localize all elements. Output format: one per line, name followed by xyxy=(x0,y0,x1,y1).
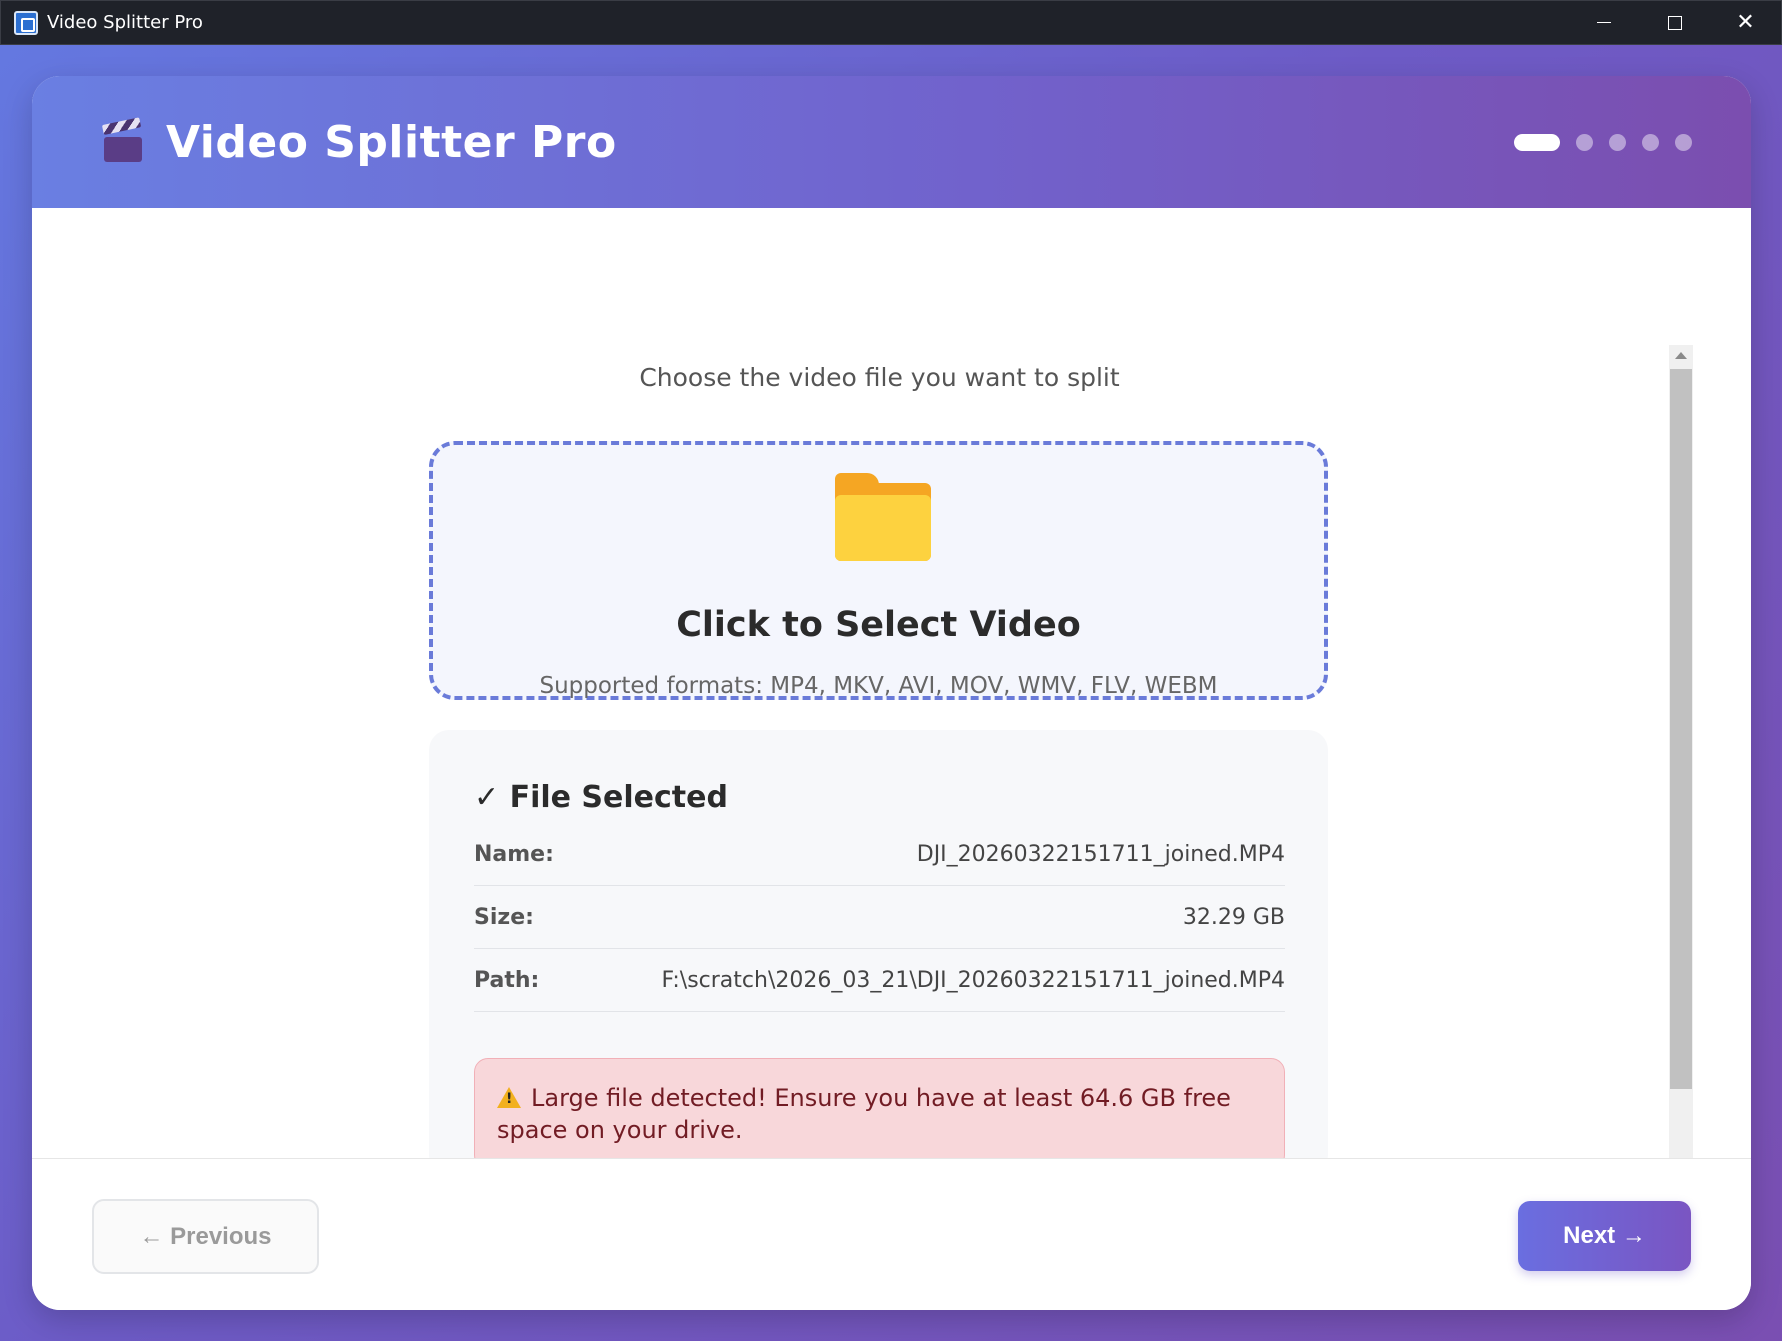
minimize-icon xyxy=(1596,22,1611,23)
wizard-card: Video Splitter Pro Choose the video file… xyxy=(32,76,1751,1310)
large-file-warning: Large file detected! Ensure you have at … xyxy=(474,1058,1285,1169)
file-info-panel: ✓ File Selected Name: DJI_20260322151711… xyxy=(429,730,1328,1175)
scroll-up-icon[interactable] xyxy=(1675,352,1687,359)
file-path-row: Path: F:\scratch\2026_03_21\DJI_20260322… xyxy=(474,949,1285,1012)
file-name-value: DJI_20260322151711_joined.MP4 xyxy=(916,841,1285,867)
page-subtitle: Choose the video file you want to split xyxy=(639,363,1120,392)
step-dot-2 xyxy=(1576,134,1593,151)
previous-button[interactable]: ← Previous xyxy=(92,1199,319,1274)
app-header: Video Splitter Pro xyxy=(32,76,1751,208)
select-video-dropzone[interactable]: Click to Select Video Supported formats:… xyxy=(429,441,1328,700)
file-name-row: Name: DJI_20260322151711_joined.MP4 xyxy=(474,823,1285,886)
step-dot-3 xyxy=(1609,134,1626,151)
next-button[interactable]: Next → xyxy=(1518,1201,1691,1271)
content-area: Choose the video file you want to split … xyxy=(32,208,1751,1175)
file-path-value: F:\scratch\2026_03_21\DJI_20260322151711… xyxy=(661,967,1285,993)
file-size-row: Size: 32.29 GB xyxy=(474,886,1285,949)
app-icon xyxy=(14,10,38,35)
warning-icon xyxy=(497,1087,521,1108)
app-title: Video Splitter Pro xyxy=(166,116,617,168)
dropzone-title: Click to Select Video xyxy=(676,605,1081,645)
file-path-label: Path: xyxy=(474,967,540,993)
file-size-value: 32.29 GB xyxy=(1182,904,1285,930)
file-selected-title: ✓ File Selected xyxy=(474,780,728,815)
close-icon: ✕ xyxy=(1736,10,1755,35)
window-titlebar: Video Splitter Pro ✕ xyxy=(0,0,1782,45)
file-size-label: Size: xyxy=(474,904,534,930)
content-scrollbar[interactable] xyxy=(1669,345,1693,1175)
window-controls: ✕ xyxy=(1568,1,1781,44)
close-button[interactable]: ✕ xyxy=(1710,1,1781,44)
step-dot-1-active xyxy=(1514,134,1560,151)
clapperboard-icon xyxy=(101,117,144,163)
folder-icon xyxy=(835,473,931,561)
supported-formats: Supported formats: MP4, MKV, AVI, MOV, W… xyxy=(539,673,1218,699)
maximize-button[interactable] xyxy=(1639,1,1710,44)
step-dot-4 xyxy=(1642,134,1659,151)
wizard-footer: ← Previous Next → xyxy=(32,1158,1751,1310)
step-indicator xyxy=(1514,134,1692,151)
scrollbar-thumb[interactable] xyxy=(1670,369,1692,1089)
minimize-button[interactable] xyxy=(1568,1,1639,44)
maximize-icon xyxy=(1667,15,1682,30)
step-dot-5 xyxy=(1675,134,1692,151)
file-name-label: Name: xyxy=(474,841,554,867)
warning-text: Large file detected! Ensure you have at … xyxy=(497,1084,1231,1144)
window-title: Video Splitter Pro xyxy=(47,12,203,33)
